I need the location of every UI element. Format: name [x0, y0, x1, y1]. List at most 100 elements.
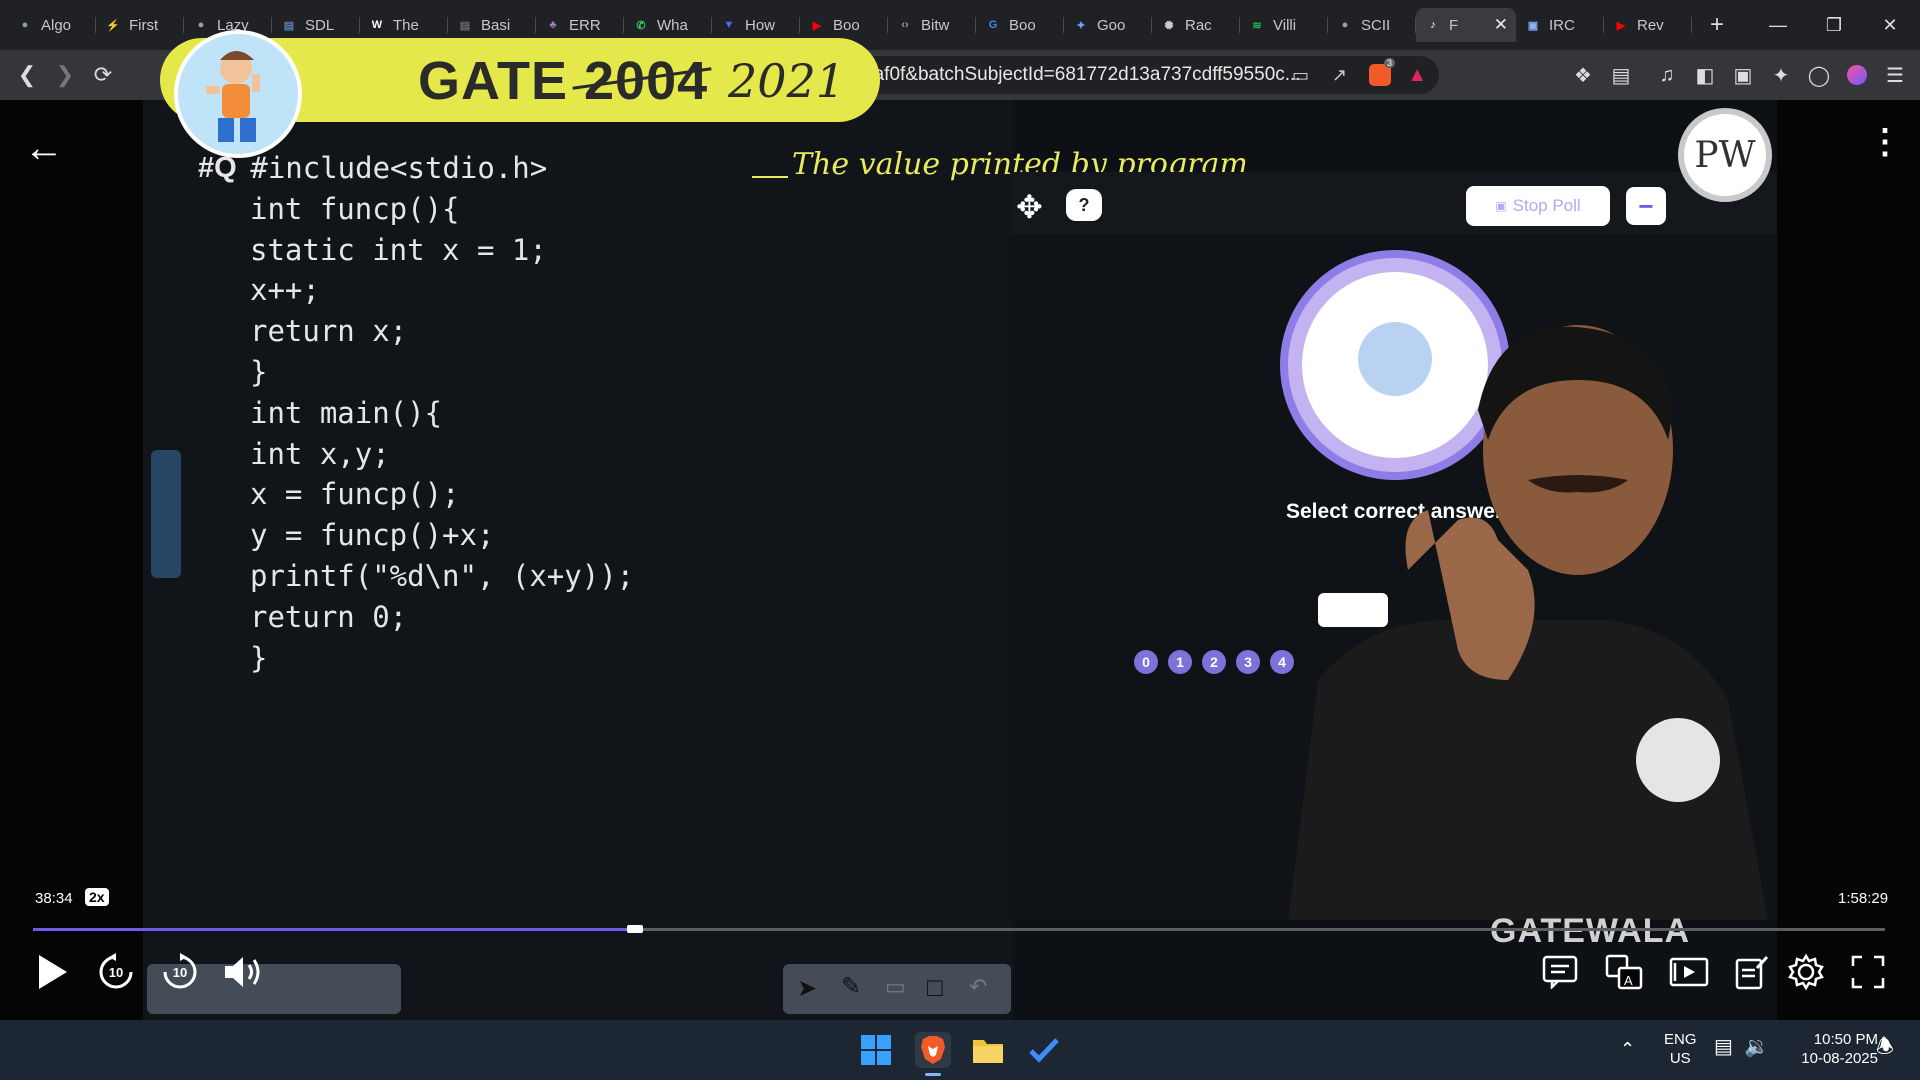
undo-tool-icon[interactable]: ↶ [969, 974, 987, 1000]
new-tab-button[interactable]: + [1700, 8, 1734, 42]
stop-icon: ▣ [1495, 199, 1507, 213]
browser-tab[interactable]: G Boo [976, 8, 1064, 42]
bookmark-icon: ▼ [723, 19, 735, 31]
browser-tab[interactable]: ▤ Basi [448, 8, 536, 42]
todo-app-icon[interactable] [1026, 1032, 1062, 1068]
extensions-icon[interactable]: ❖ [1564, 56, 1602, 94]
language-indicator[interactable]: ENG US [1664, 1030, 1697, 1068]
vpn-icon[interactable]: ◯ [1800, 56, 1838, 94]
browser-tab[interactable]: ♪ F ✕ [1416, 8, 1516, 42]
clock[interactable]: 10:50 PM 10-08-2025 [1782, 1030, 1878, 1068]
tab-label: How [745, 16, 776, 34]
restore-button[interactable]: ❐ [1806, 0, 1862, 50]
browser-tab[interactable]: ● SCII [1328, 8, 1416, 42]
browser-tab[interactable]: ⚡ First [96, 8, 184, 42]
eraser-tool-icon[interactable]: ▭ [885, 974, 906, 1000]
translate-icon[interactable]: A [1604, 950, 1644, 994]
file-explorer-icon[interactable] [970, 1032, 1006, 1068]
play-button[interactable] [30, 950, 74, 994]
volume-icon[interactable] [220, 950, 266, 994]
back-button[interactable]: ❮ [8, 56, 46, 94]
tab-label: Villi [1273, 16, 1297, 34]
poll-option[interactable]: 0 [1134, 650, 1158, 674]
tree-icon: ♣ [549, 19, 557, 31]
wallet-icon[interactable]: ▣ [1724, 56, 1762, 94]
show-hidden-icons[interactable]: ⌃ [1620, 1040, 1635, 1059]
tab-label: Boo [833, 16, 860, 34]
leo-ai-icon[interactable]: ✦ [1762, 56, 1800, 94]
lightning-icon: ⚡ [106, 19, 120, 32]
browser-tab[interactable]: ▶ Rev [1604, 8, 1692, 42]
forward-button[interactable]: ❯ [46, 56, 84, 94]
playback-speed-badge[interactable]: 2x [85, 888, 109, 906]
profile-icon[interactable] [1838, 56, 1876, 94]
pointer-tool-icon[interactable]: ➤ [797, 974, 817, 1003]
player-back-icon[interactable]: ← [24, 126, 64, 171]
shield-count-badge: 3 [1383, 58, 1395, 68]
more-options-icon[interactable]: ⋮ [1868, 122, 1902, 162]
seek-handle[interactable] [626, 925, 643, 933]
browser-tab[interactable]: ‹› Bitw [888, 8, 976, 42]
pw-logo: PW [1678, 108, 1772, 202]
browser-tab[interactable]: ▣ IRC [1516, 8, 1604, 42]
brave-browser-icon[interactable] [915, 1032, 951, 1068]
svg-text:A: A [1624, 973, 1633, 988]
browser-tab[interactable]: ♣ ERR [536, 8, 624, 42]
cast-icon[interactable]: ▭ [1292, 65, 1309, 86]
notification-bell-icon[interactable]: 🕭 [1876, 1037, 1894, 1057]
teacher-video [1288, 325, 1768, 920]
stop-poll-button[interactable]: ▣ Stop Poll [1466, 186, 1610, 226]
browser-tab[interactable]: ● Algo [8, 8, 96, 42]
forward-10-button[interactable]: 10 [160, 950, 200, 994]
network-icon[interactable]: ▤ [1714, 1037, 1733, 1057]
picture-in-picture-icon[interactable] [1668, 950, 1710, 994]
media-icon[interactable]: ♫ [1648, 56, 1686, 94]
chat-icon[interactable] [1540, 950, 1580, 994]
share-icon[interactable]: ↗ [1332, 65, 1347, 86]
reload-button[interactable]: ⟳ [84, 56, 122, 94]
pen-tool-icon[interactable]: ✎ [841, 972, 861, 1001]
rectangle-tool-icon[interactable]: □ [927, 972, 943, 1003]
stop-poll-label: Stop Poll [1512, 196, 1581, 215]
code-line: y = funcp()+x; [250, 518, 495, 553]
minimize-button[interactable]: — [1750, 0, 1806, 50]
notes-icon[interactable] [1732, 950, 1772, 994]
browser-tab[interactable]: ✦ Goo [1064, 8, 1152, 42]
browser-tab[interactable]: ✺ Rac [1152, 8, 1240, 42]
code-line: printf("%d\n", (x+y)); [250, 558, 635, 593]
browser-tab[interactable]: ✆ Wha [624, 8, 712, 42]
duration: 1:58:29 [1838, 890, 1889, 907]
globe-icon: ● [197, 19, 205, 31]
side-drawer-handle[interactable] [151, 450, 181, 578]
settings-gear-icon[interactable] [1784, 950, 1828, 994]
openai-icon: ✺ [1164, 19, 1174, 32]
browser-tab[interactable]: W The [360, 8, 448, 42]
speaker-icon[interactable]: 🔉 [1744, 1037, 1769, 1057]
code-line: int funcp(){ [250, 191, 460, 226]
image-icon: ▣ [1527, 19, 1539, 32]
current-time: 38:34 [35, 890, 73, 907]
rewind-10-button[interactable]: 10 [96, 950, 136, 994]
globe-icon: ● [21, 19, 29, 31]
browser-tab[interactable]: ▼ How [712, 8, 800, 42]
poll-option[interactable]: 2 [1202, 650, 1226, 674]
minimize-poll-button[interactable]: − [1626, 187, 1666, 225]
tab-close-icon[interactable]: ✕ [1494, 15, 1508, 35]
move-icon[interactable]: ✥ [1016, 188, 1043, 226]
forward-label: 10 [172, 965, 188, 980]
banner-title: GATE 2004 [418, 51, 709, 111]
help-button[interactable]: ? [1066, 189, 1102, 221]
menu-icon[interactable]: ☰ [1876, 56, 1914, 94]
close-window-button[interactable]: ✕ [1862, 0, 1918, 50]
reader-mode-icon[interactable]: ▤ [1602, 56, 1640, 94]
browser-tab[interactable]: ▶ Boo [800, 8, 888, 42]
poll-option[interactable]: 1 [1168, 650, 1192, 674]
speaker-icon: ♪ [1430, 19, 1436, 31]
seek-bar[interactable] [33, 925, 1885, 933]
rewards-icon[interactable]: ▲ [1407, 64, 1427, 87]
browser-tab[interactable]: ≋ Villi [1240, 8, 1328, 42]
fullscreen-icon[interactable] [1846, 950, 1890, 994]
windows-start-icon[interactable] [858, 1032, 894, 1068]
tab-label: Goo [1097, 16, 1126, 34]
sidebar-icon[interactable]: ◧ [1686, 56, 1724, 94]
